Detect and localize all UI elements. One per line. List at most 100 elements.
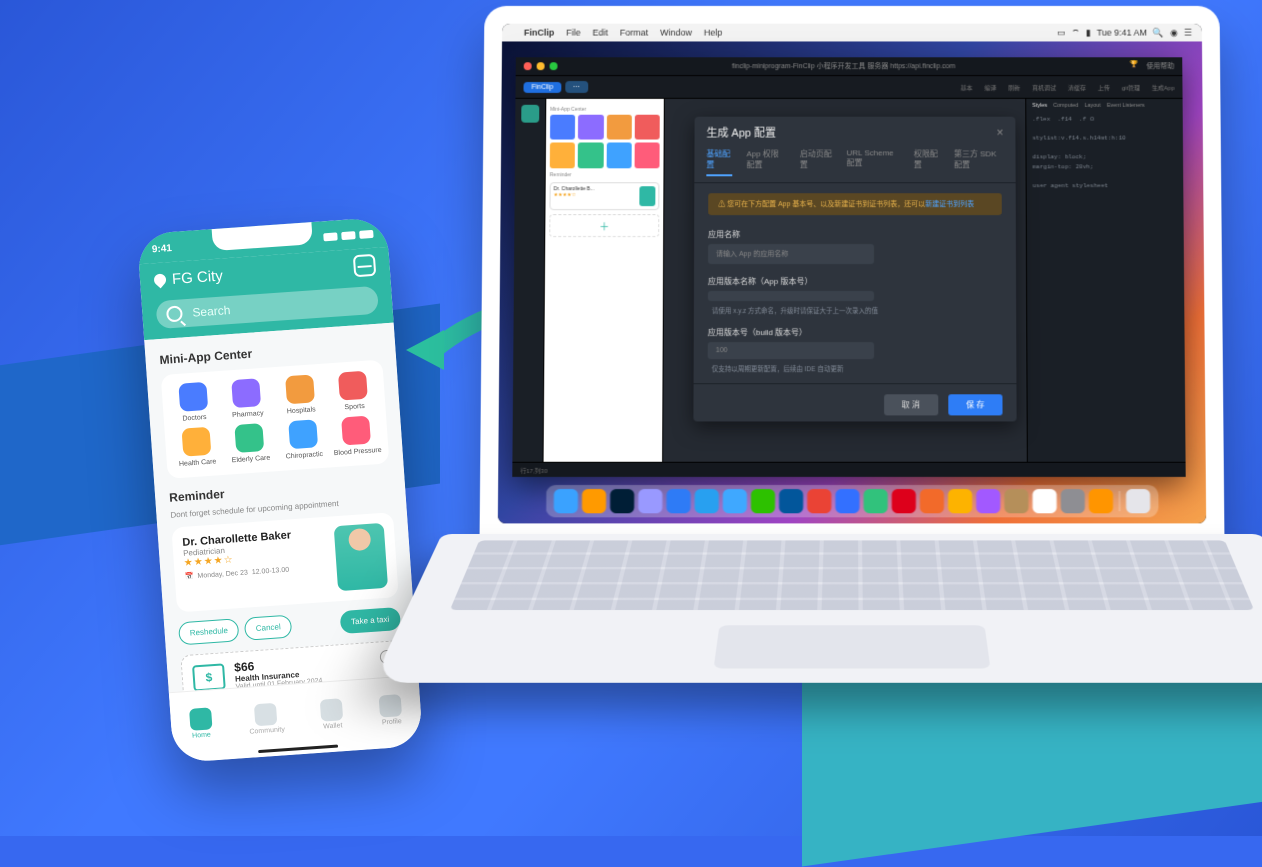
- dialog-tab[interactable]: 权限配置: [914, 148, 940, 176]
- window-close-icon[interactable]: [524, 62, 532, 70]
- dock-netease-music-icon[interactable]: [892, 489, 916, 513]
- dock-photoshop-icon[interactable]: [610, 489, 634, 513]
- cancel-button[interactable]: Cancel: [244, 615, 292, 641]
- take-taxi-button[interactable]: Take a taxi: [339, 607, 401, 634]
- field-version-name-input[interactable]: [708, 291, 874, 301]
- miniapp-label: Chiropractic: [286, 451, 324, 461]
- menubar-edit[interactable]: Edit: [593, 28, 608, 38]
- window-min-icon[interactable]: [537, 62, 545, 70]
- scan-icon[interactable]: [353, 254, 376, 277]
- tab-community[interactable]: Community: [248, 702, 285, 735]
- spotlight-icon[interactable]: 🔍: [1153, 27, 1164, 38]
- dock-safari-icon[interactable]: [695, 489, 719, 513]
- toolbar-tab[interactable]: ⋯: [565, 81, 588, 93]
- status-time: 9:41: [152, 242, 173, 254]
- dialog-tab[interactable]: URL Scheme 配置: [846, 148, 899, 176]
- menubar-format[interactable]: Format: [620, 28, 648, 38]
- reschedule-button[interactable]: Reshedule: [178, 618, 240, 645]
- miniapp-doctors[interactable]: Doctors: [167, 381, 219, 423]
- tab-home[interactable]: Home: [189, 707, 213, 739]
- dialog-tab[interactable]: 基础配置: [706, 148, 732, 176]
- toolbar-item[interactable]: 清缓存: [1068, 83, 1086, 92]
- menubar-window[interactable]: Window: [660, 28, 692, 38]
- inspector-tab-layout[interactable]: Layout: [1084, 103, 1100, 109]
- inspector-tab-events[interactable]: Event Listeners: [1107, 103, 1145, 109]
- toolbar-item[interactable]: 刷新: [1008, 83, 1020, 92]
- dock-illustrator-icon[interactable]: [582, 489, 606, 513]
- home-icon: [189, 707, 212, 730]
- dock-feishu-icon[interactable]: [835, 489, 859, 513]
- dock-system-prefs-icon[interactable]: [1061, 489, 1085, 513]
- dock-finder-icon[interactable]: [554, 489, 578, 513]
- toolbar-item[interactable]: 编译: [984, 83, 996, 92]
- battery-icon[interactable]: ▮: [1086, 27, 1091, 38]
- dialog-tab[interactable]: 启动页配置: [800, 148, 833, 176]
- preview-add-card[interactable]: ＋: [549, 214, 659, 237]
- trophy-icon[interactable]: 🏆: [1130, 60, 1142, 72]
- dock-wechat-icon[interactable]: [751, 489, 775, 513]
- wifi-icon[interactable]: ⌔: [1071, 27, 1079, 38]
- warning-link[interactable]: 新建证书到列表: [925, 201, 974, 208]
- menubar-help[interactable]: Help: [704, 28, 722, 38]
- miniapp-health-care[interactable]: Health Care: [171, 426, 223, 468]
- miniapp-chiropractic[interactable]: Chiropractic: [277, 419, 329, 461]
- tab-profile[interactable]: Profile: [379, 694, 403, 726]
- dialog-tab[interactable]: App 权限配置: [746, 148, 786, 176]
- field-version-name-label: 应用版本名称（App 版本号）: [708, 276, 1002, 287]
- dialog-cancel-button[interactable]: 取 消: [884, 394, 938, 415]
- health-care-icon: [181, 427, 211, 457]
- home-indicator: [258, 745, 338, 754]
- field-build-input[interactable]: 100: [708, 342, 874, 359]
- dialog-save-button[interactable]: 保 存: [948, 394, 1002, 415]
- dock-qqmusic-icon[interactable]: [864, 489, 888, 513]
- dock-dingtalk-icon[interactable]: [666, 489, 690, 513]
- airplay-icon[interactable]: ▭: [1057, 27, 1066, 38]
- window-max-icon[interactable]: [550, 62, 558, 70]
- toolbar-item[interactable]: 生成App: [1152, 83, 1175, 92]
- toolbar-item[interactable]: 真机调试: [1032, 83, 1056, 92]
- activity-explorer-icon[interactable]: [521, 105, 539, 123]
- search-field[interactable]: [156, 286, 379, 329]
- help-label[interactable]: 使用帮助: [1146, 61, 1174, 71]
- dock-pages-icon[interactable]: [1089, 489, 1113, 513]
- miniapp-blood-pressure[interactable]: Blood Pressure: [331, 415, 383, 457]
- dock-calendar-icon[interactable]: [1032, 489, 1056, 513]
- field-app-name-input[interactable]: 请输入 App 的应用名称: [708, 244, 874, 264]
- menubar-time[interactable]: Tue 9:41 AM: [1097, 28, 1147, 38]
- wallet-icon: [320, 698, 343, 721]
- control-center-icon[interactable]: ☰: [1184, 27, 1192, 38]
- dock-figma-icon[interactable]: [976, 489, 1000, 513]
- dock-chrome-icon[interactable]: [807, 489, 831, 513]
- menubar-app[interactable]: FinClip: [524, 28, 554, 38]
- toolbar-brand[interactable]: FinClip: [523, 82, 561, 93]
- tab-wallet[interactable]: Wallet: [320, 698, 344, 730]
- miniapp-elderly-care[interactable]: Elderly Care: [224, 422, 276, 464]
- dock-trash-icon[interactable]: [1126, 489, 1150, 513]
- dock-flutter-icon[interactable]: [779, 489, 803, 513]
- laptop-mockup: FinClip File Edit Format Window Help ▭ ⌔…: [482, 4, 1222, 774]
- dialog-close-icon[interactable]: ×: [996, 126, 1003, 140]
- dialog-tab[interactable]: 第三方 SDK 配置: [954, 148, 1004, 176]
- miniapp-label: Health Care: [179, 458, 217, 468]
- doctor-reminder-card[interactable]: Dr. Charollette Baker Pediatrician ★★★★☆…: [171, 512, 398, 612]
- dock-wps-icon[interactable]: [920, 489, 944, 513]
- miniapp-sports[interactable]: Sports: [327, 370, 379, 412]
- preview-app: [634, 115, 659, 140]
- miniapp-pharmacy[interactable]: Pharmacy: [221, 377, 273, 419]
- dock-fliggy-icon[interactable]: [723, 489, 747, 513]
- toolbar-item[interactable]: 上传: [1098, 83, 1110, 92]
- menubar-file[interactable]: File: [566, 28, 580, 38]
- miniapp-hospitals[interactable]: Hospitals: [274, 374, 326, 416]
- siri-icon[interactable]: ◉: [1170, 27, 1178, 38]
- toolbar-item[interactable]: 基本: [960, 83, 972, 92]
- toolbar-item[interactable]: git管理: [1122, 83, 1140, 92]
- inspector-tab-styles[interactable]: Styles: [1032, 103, 1047, 109]
- preview-app: [606, 115, 631, 140]
- doctor-date: Monday, Dec 23: [197, 569, 248, 580]
- inspector-tab-computed[interactable]: Computed: [1053, 103, 1078, 109]
- dock-after-effects-icon[interactable]: [638, 489, 662, 513]
- location-button[interactable]: FG City: [153, 267, 223, 289]
- search-input[interactable]: [190, 292, 369, 320]
- dock-toolbox-icon[interactable]: [1004, 489, 1028, 513]
- dock-sketch-icon[interactable]: [948, 489, 972, 513]
